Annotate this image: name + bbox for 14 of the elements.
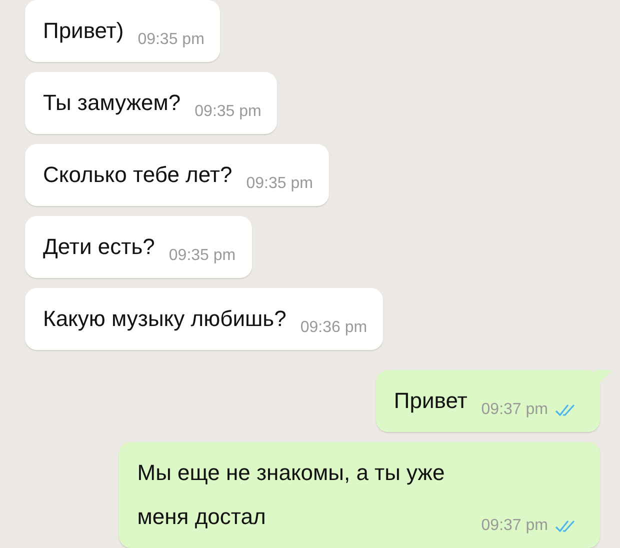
message-text: Привет: [394, 387, 468, 415]
message-time: 09:37 pm: [481, 517, 548, 535]
message-text: Какую музыку любишь?: [43, 305, 286, 333]
message-text: Привет): [43, 17, 124, 45]
message-text: Ты замужем?: [43, 89, 181, 117]
message-text: Мы еще не знакомы, а ты уже меня достал: [137, 459, 446, 531]
message-time: 09:35 pm: [138, 31, 204, 49]
message-time: 09:36 pm: [300, 319, 368, 337]
message-time: 09:35 pm: [194, 103, 262, 121]
message-time: 09:35 pm: [168, 247, 236, 265]
message-text: Сколько тебе лет?: [43, 161, 232, 189]
message-time: 09:35 pm: [246, 175, 313, 193]
message-text: Дети есть?: [43, 233, 155, 261]
message-time: 09:37 pm: [481, 401, 548, 419]
